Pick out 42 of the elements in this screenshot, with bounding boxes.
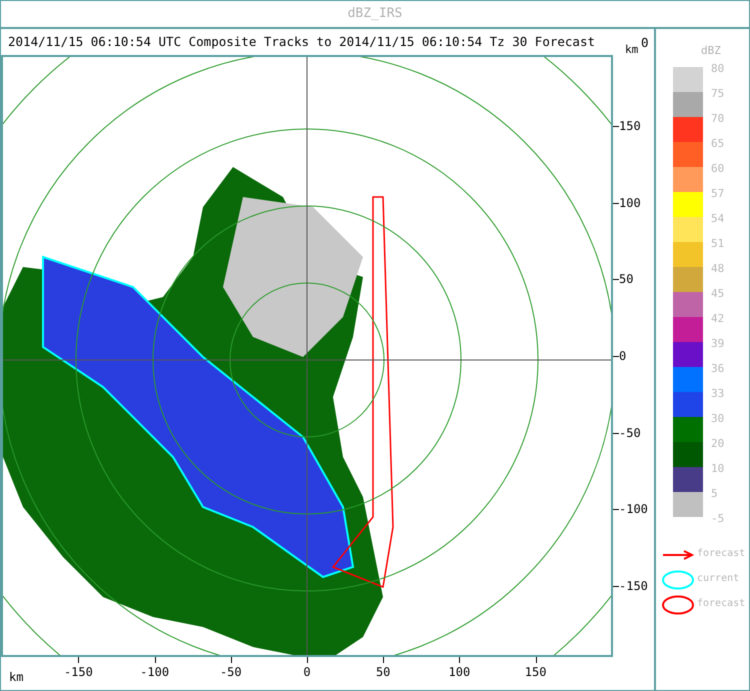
scale-label: 39 bbox=[711, 338, 724, 349]
axis-tick-label: -150 bbox=[619, 578, 648, 596]
axis-tick-label: -50 bbox=[220, 664, 242, 681]
scale-label: 65 bbox=[711, 138, 724, 149]
axis-tick-label: -100 bbox=[619, 501, 648, 518]
symbol-label: forecast bbox=[697, 599, 746, 609]
axis-tick-label: -100 bbox=[140, 664, 170, 681]
axis-unit: km bbox=[625, 42, 638, 58]
axis-tick-label: -50 bbox=[619, 424, 641, 442]
scale-label: 60 bbox=[711, 163, 724, 174]
scale-label: 30 bbox=[711, 413, 724, 424]
axis-tick-label: 0 bbox=[619, 348, 626, 365]
scale-label: 57 bbox=[711, 188, 724, 199]
axis-tick-label: -150 bbox=[64, 664, 93, 681]
scale-label: 80 bbox=[711, 63, 724, 74]
scale-label: 45 bbox=[711, 288, 724, 299]
axis-tick-label: 100 bbox=[619, 194, 641, 212]
symbol-label: forecast bbox=[697, 549, 746, 559]
scale-label: 48 bbox=[711, 263, 724, 274]
scale-label: 42 bbox=[711, 313, 724, 324]
axis-tick-label: 50 bbox=[376, 664, 390, 681]
scale-label: -5 bbox=[711, 513, 724, 524]
axis-tick-label: 50 bbox=[619, 271, 634, 288]
axis-tick-label: 0 bbox=[303, 664, 311, 681]
axis-tick-label: 150 bbox=[619, 118, 641, 135]
scale-label: 36 bbox=[711, 363, 724, 374]
scale-label: 10 bbox=[711, 463, 724, 474]
axis-tick-label: 100 bbox=[448, 664, 470, 681]
scale-label: 20 bbox=[711, 438, 724, 449]
scale-label: 75 bbox=[711, 88, 724, 99]
scale-label: 54 bbox=[711, 213, 724, 224]
plot-header: 2014/11/15 06:10:54 UTC Composite Tracks to 2014/11/15 06:10:54 Tz 30 Forecast bbox=[8, 32, 595, 51]
scale-label: 51 bbox=[711, 238, 724, 249]
symbol-label: current bbox=[697, 574, 740, 584]
axis-tick-label: 150 bbox=[524, 664, 546, 681]
axis-unit: km bbox=[9, 669, 24, 686]
header-cut-text: 0 bbox=[641, 34, 649, 52]
scale-label: 5 bbox=[711, 488, 718, 499]
window-title: dBZ_IRS bbox=[348, 5, 402, 24]
scale-label: 33 bbox=[711, 388, 724, 399]
legend-title: dBZ bbox=[701, 43, 721, 59]
scale-label: 70 bbox=[711, 113, 724, 124]
